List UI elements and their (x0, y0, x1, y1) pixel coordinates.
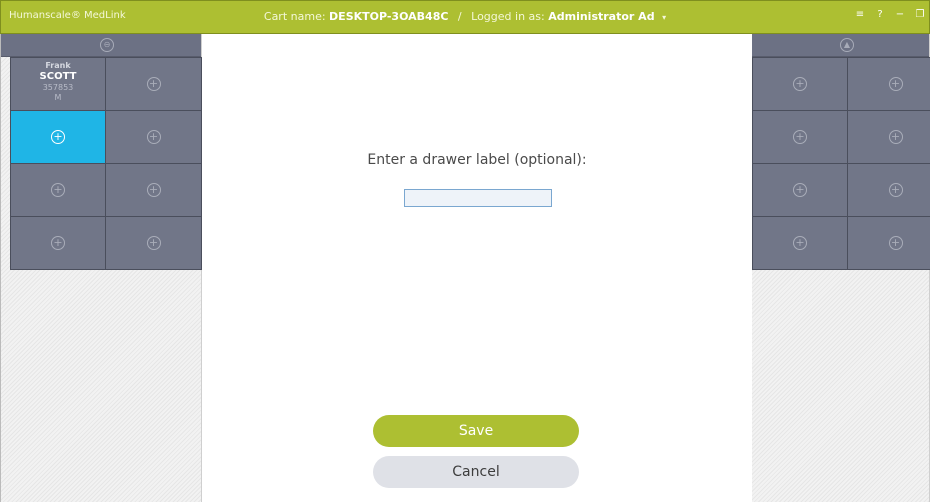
add-circle-icon: + (888, 77, 903, 91)
add-circle-icon: + (793, 130, 807, 144)
up-arrow-circle-icon[interactable]: ⊖ (100, 38, 114, 52)
right-drawer-panel: ▲ + + + + + + + + (752, 34, 930, 502)
title-bar: Humanscale® MedLink Cart name: DESKTOP-3… (0, 0, 930, 34)
drawer-cell[interactable]: + (11, 164, 105, 216)
left-drawer-panel: ⊖ Frank SCOTT 357853 M + + + + + + + (0, 34, 202, 502)
drawer-cell[interactable]: + (848, 164, 930, 216)
drawer-cell[interactable]: + (753, 111, 847, 163)
add-circle-icon: + (146, 183, 161, 197)
drawer-label-dialog: Enter a drawer label (optional): Save Ca… (202, 34, 752, 502)
medlink-window: Humanscale® MedLink Cart name: DESKTOP-3… (0, 0, 930, 502)
right-panel-header: ▲ (752, 34, 929, 57)
add-circle-icon: + (793, 77, 807, 91)
separator: / (457, 10, 462, 23)
cart-info: Cart name: DESKTOP-3OAB48C / Logged in a… (1, 10, 929, 23)
add-circle-icon: + (51, 236, 65, 250)
patient-sex: M (54, 93, 62, 102)
left-panel-header: ⊖ (1, 34, 201, 57)
save-button[interactable]: Save (373, 415, 579, 447)
drawer-cell[interactable]: + (106, 58, 201, 110)
add-circle-icon: + (146, 77, 161, 91)
add-circle-icon: + (888, 236, 903, 250)
cancel-button[interactable]: Cancel (373, 456, 579, 488)
drawer-cell[interactable]: + (106, 164, 201, 216)
add-circle-icon: + (146, 130, 161, 144)
patient-first-name: Frank (45, 61, 71, 70)
help-icon[interactable]: ? (875, 9, 885, 20)
cart-name-label: Cart name: (263, 10, 326, 23)
left-drawer-grid: Frank SCOTT 357853 M + + + + + + + (10, 57, 202, 270)
add-circle-icon: + (793, 236, 807, 250)
drawer-label-input[interactable] (404, 189, 552, 207)
patient-card: Frank SCOTT 357853 M (11, 61, 105, 103)
cart-name: DESKTOP-3OAB48C (329, 10, 449, 23)
drawer-cell[interactable]: + (753, 58, 847, 110)
drawer-cell-selected[interactable]: + (11, 111, 105, 163)
window-controls: ≡ ? − ❐ (855, 9, 925, 20)
add-circle-icon: + (888, 130, 903, 144)
menu-icon[interactable]: ≡ (855, 9, 865, 20)
drawer-cell[interactable]: + (848, 217, 930, 269)
patient-mrn: 357853 (42, 83, 74, 92)
drawer-cell[interactable]: + (106, 111, 201, 163)
right-drawer-grid: + + + + + + + + (752, 57, 930, 270)
drawer-cell-patient[interactable]: Frank SCOTT 357853 M (11, 58, 105, 110)
add-circle-icon: + (146, 236, 161, 250)
patient-last-name: SCOTT (39, 71, 77, 82)
drawer-cell[interactable]: + (848, 58, 930, 110)
restore-icon[interactable]: ❐ (915, 9, 925, 20)
drawer-cell[interactable]: + (753, 164, 847, 216)
drawer-cell[interactable]: + (11, 217, 105, 269)
dialog-prompt: Enter a drawer label (optional): (367, 152, 587, 168)
user-menu[interactable]: Administrator Ad (548, 10, 654, 23)
add-circle-icon: + (888, 183, 903, 197)
minimize-icon[interactable]: − (895, 9, 905, 20)
drawer-cell[interactable]: + (753, 217, 847, 269)
add-circle-icon: + (793, 183, 807, 197)
drawer-cell[interactable]: + (106, 217, 201, 269)
drawer-cell[interactable]: + (848, 111, 930, 163)
add-circle-icon: + (51, 183, 65, 197)
add-circle-icon: + (51, 130, 65, 144)
up-arrow-circle-icon[interactable]: ▲ (840, 38, 854, 52)
logged-in-label: Logged in as: (471, 10, 545, 23)
chevron-down-icon[interactable]: ▾ (662, 13, 666, 22)
